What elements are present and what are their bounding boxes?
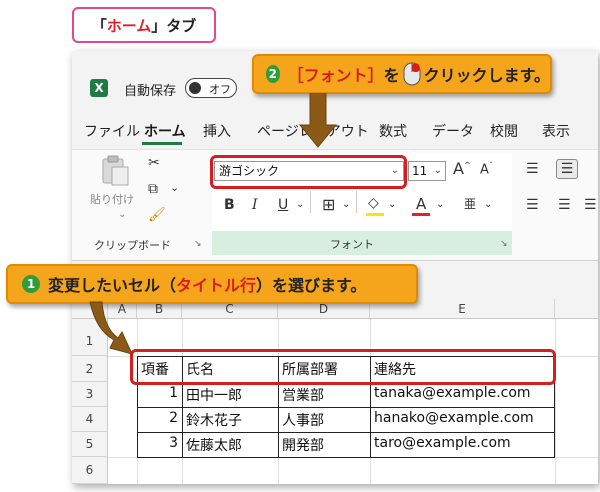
callout2-text-a: を xyxy=(383,66,400,85)
callout1-text-a: 変更したいセル（ xyxy=(48,276,177,295)
table-cell[interactable]: 開発部 xyxy=(282,435,324,455)
table-cell[interactable]: 2 xyxy=(137,410,178,426)
font-color-swatch xyxy=(412,213,430,216)
clipboard-group-label: クリップボード xyxy=(94,239,171,252)
paste-icon[interactable] xyxy=(98,153,132,187)
tab-file[interactable]: ファイル xyxy=(84,121,140,141)
toggle-knob xyxy=(189,82,201,94)
gridline xyxy=(555,319,556,484)
tab-review[interactable]: 校閲 xyxy=(490,121,518,141)
table-cell[interactable]: 田中一郎 xyxy=(186,385,242,405)
tab-home-underline xyxy=(142,142,182,145)
title-row-highlight xyxy=(130,349,556,385)
table-cell[interactable]: tanaka@example.com xyxy=(374,385,531,401)
fill-color-icon[interactable]: ◇ xyxy=(368,195,379,211)
tab-view[interactable]: 表示 xyxy=(542,121,570,141)
font-name-highlight xyxy=(210,155,407,189)
phonetic-icon[interactable]: 亜 xyxy=(464,195,476,212)
callout-step-2: 2 ［フォント］ を クリックします。 xyxy=(252,54,552,94)
align-right-icon[interactable]: ☰ xyxy=(584,197,597,213)
callout-1-arrow xyxy=(86,300,136,362)
font-size-select[interactable]: 11 ⌄ xyxy=(408,161,446,181)
table-cell[interactable]: 人事部 xyxy=(282,410,324,430)
row-header[interactable]: 5 xyxy=(72,432,108,457)
step-number-1: 1 xyxy=(22,275,40,293)
italic-icon[interactable]: I xyxy=(252,197,258,213)
row-header[interactable]: 3 xyxy=(72,382,108,407)
table-cell[interactable]: 1 xyxy=(137,385,178,401)
clipboard-launcher-icon[interactable]: ↘ xyxy=(194,239,202,249)
table-cell[interactable]: 営業部 xyxy=(282,385,324,405)
align-top-icon[interactable]: ☰ xyxy=(526,161,539,177)
callout-2-arrow xyxy=(298,92,338,149)
align-middle-icon[interactable]: ☰ xyxy=(556,159,578,179)
label-prefix: 「 xyxy=(91,16,107,35)
autosave-toggle[interactable]: オフ xyxy=(185,78,237,98)
borders-icon[interactable]: ⊞ xyxy=(322,195,335,214)
table-cell[interactable]: 鈴木花子 xyxy=(186,410,242,430)
copy-icon[interactable]: ⧉ xyxy=(148,181,158,197)
table-cell[interactable]: taro@example.com xyxy=(374,435,511,451)
increase-font-size-icon[interactable]: A^ xyxy=(453,159,471,178)
label-suffix: 」タブ xyxy=(151,16,197,35)
callout1-text-b: ）を選びます。 xyxy=(256,276,367,295)
borders-dropdown-icon[interactable]: ⌄ xyxy=(342,199,350,210)
step-number-2: 2 xyxy=(266,65,280,83)
row-header[interactable]: 6 xyxy=(72,457,108,484)
tab-home[interactable]: ホーム xyxy=(144,121,186,141)
format-painter-icon[interactable]: 🖌 xyxy=(148,207,166,223)
table-cell[interactable]: 佐藤太郎 xyxy=(186,435,242,455)
table-border xyxy=(137,457,555,458)
table-border xyxy=(137,432,555,433)
label-main: ホーム xyxy=(106,16,152,35)
callout2-emph: ［フォント］ xyxy=(287,66,384,85)
align-left-icon[interactable]: ☰ xyxy=(526,197,539,213)
table-border xyxy=(137,407,555,408)
mouse-icon xyxy=(403,62,421,86)
align-center-icon[interactable]: ☰ xyxy=(558,197,571,213)
font-size-value: 11 xyxy=(412,164,428,178)
tab-insert[interactable]: 挿入 xyxy=(203,121,231,141)
fill-color-swatch xyxy=(366,213,384,216)
tab-data[interactable]: データ xyxy=(432,121,474,141)
divider xyxy=(356,191,357,213)
font-group-label: フォント xyxy=(330,238,374,251)
phonetic-dropdown-icon[interactable]: ⌄ xyxy=(484,199,492,210)
callout-step-1: 1 変更したいセル（ タイトル行 ）を選びます。 xyxy=(6,264,418,304)
excel-logo-icon: X xyxy=(90,79,108,97)
autosave-label: 自動保存 xyxy=(124,84,177,99)
font-color-dropdown-icon[interactable]: ⌄ xyxy=(436,199,444,210)
row-header[interactable]: 4 xyxy=(72,407,108,432)
home-tab-label: 「ホーム 」タブ xyxy=(72,7,216,43)
toggle-text: オフ xyxy=(209,83,231,96)
divider xyxy=(310,191,311,213)
table-cell[interactable]: hanako@example.com xyxy=(374,410,534,426)
cut-icon[interactable]: ✂ xyxy=(148,155,160,171)
fill-color-dropdown-icon[interactable]: ⌄ xyxy=(388,199,396,210)
table-cell[interactable]: 3 xyxy=(137,435,178,451)
paste-label: 貼り付け xyxy=(90,193,134,206)
font-launcher-icon[interactable]: ↘ xyxy=(500,239,508,249)
tab-formulas[interactable]: 数式 xyxy=(379,121,407,141)
column-header-blank xyxy=(555,299,598,319)
callout2-text-b: クリックします。 xyxy=(423,66,550,85)
chevron-down-icon: ⌄ xyxy=(433,165,442,176)
copy-dropdown-icon[interactable]: ⌄ xyxy=(170,181,179,194)
underline-icon[interactable]: U xyxy=(278,197,288,213)
underline-dropdown-icon[interactable]: ⌄ xyxy=(296,199,304,210)
decrease-font-size-icon[interactable]: Aˇ xyxy=(480,161,493,177)
paste-dropdown-icon[interactable]: ⌄ xyxy=(118,209,126,220)
bold-icon[interactable]: B xyxy=(224,197,235,213)
callout1-emph: タイトル行 xyxy=(176,276,257,295)
font-color-icon[interactable]: A xyxy=(416,195,426,213)
